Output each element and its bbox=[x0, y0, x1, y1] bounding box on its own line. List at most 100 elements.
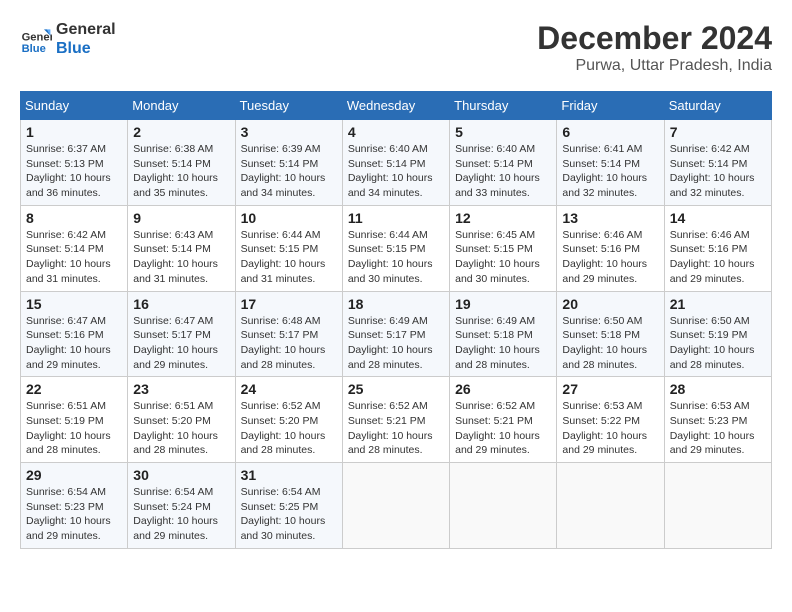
calendar-header-tuesday: Tuesday bbox=[235, 92, 342, 120]
day-number: 8 bbox=[26, 210, 122, 226]
day-number: 11 bbox=[348, 210, 444, 226]
day-info: Sunrise: 6:49 AMSunset: 5:18 PMDaylight:… bbox=[455, 314, 551, 373]
day-info: Sunrise: 6:54 AMSunset: 5:24 PMDaylight:… bbox=[133, 485, 229, 544]
calendar-cell: 8 Sunrise: 6:42 AMSunset: 5:14 PMDaylight… bbox=[21, 205, 128, 291]
calendar-cell: 15Sunrise: 6:47 AMSunset: 5:16 PMDayligh… bbox=[21, 291, 128, 377]
main-title: December 2024 bbox=[537, 20, 772, 57]
calendar-cell: 21Sunrise: 6:50 AMSunset: 5:19 PMDayligh… bbox=[664, 291, 771, 377]
day-info: Sunrise: 6:48 AMSunset: 5:17 PMDaylight:… bbox=[241, 314, 337, 373]
calendar-cell: 19 Sunrise: 6:49 AMSunset: 5:18 PMDayligh… bbox=[450, 291, 557, 377]
day-info: Sunrise: 6:52 AMSunset: 5:21 PMDaylight:… bbox=[455, 399, 551, 458]
calendar-cell: 17Sunrise: 6:48 AMSunset: 5:17 PMDayligh… bbox=[235, 291, 342, 377]
day-number: 28 bbox=[670, 381, 766, 397]
calendar-header-wednesday: Wednesday bbox=[342, 92, 449, 120]
calendar-cell: 26 Sunrise: 6:52 AMSunset: 5:21 PMDayligh… bbox=[450, 377, 557, 463]
calendar-cell: 2Sunrise: 6:38 AMSunset: 5:14 PMDaylight… bbox=[128, 120, 235, 206]
calendar-header-thursday: Thursday bbox=[450, 92, 557, 120]
logo: General Blue General Blue bbox=[20, 20, 116, 58]
day-number: 31 bbox=[241, 467, 337, 483]
calendar-header-saturday: Saturday bbox=[664, 92, 771, 120]
calendar-cell: 14 Sunrise: 6:46 AMSunset: 5:16 PMDayligh… bbox=[664, 205, 771, 291]
day-info: Sunrise: 6:52 AMSunset: 5:21 PMDaylight:… bbox=[348, 399, 444, 458]
day-number: 3 bbox=[241, 124, 337, 140]
calendar-table: SundayMondayTuesdayWednesdayThursdayFrid… bbox=[20, 91, 772, 549]
day-number: 7 bbox=[670, 124, 766, 140]
day-number: 23 bbox=[133, 381, 229, 397]
calendar-cell: 18Sunrise: 6:49 AMSunset: 5:17 PMDayligh… bbox=[342, 291, 449, 377]
svg-text:General: General bbox=[22, 32, 52, 44]
day-number: 14 bbox=[670, 210, 766, 226]
calendar-cell: 31 Sunrise: 6:54 AMSunset: 5:25 PMDayligh… bbox=[235, 463, 342, 549]
calendar-cell bbox=[450, 463, 557, 549]
calendar-header-monday: Monday bbox=[128, 92, 235, 120]
day-number: 21 bbox=[670, 296, 766, 312]
day-info: Sunrise: 6:53 AMSunset: 5:23 PMDaylight:… bbox=[670, 399, 766, 458]
calendar-cell bbox=[664, 463, 771, 549]
logo-general: General bbox=[56, 20, 116, 39]
day-number: 30 bbox=[133, 467, 229, 483]
calendar-cell: 10Sunrise: 6:44 AMSunset: 5:15 PMDayligh… bbox=[235, 205, 342, 291]
calendar-cell: 13 Sunrise: 6:46 AMSunset: 5:16 PMDayligh… bbox=[557, 205, 664, 291]
calendar-cell: 9 Sunrise: 6:43 AMSunset: 5:14 PMDaylight… bbox=[128, 205, 235, 291]
calendar-cell: 27Sunrise: 6:53 AMSunset: 5:22 PMDayligh… bbox=[557, 377, 664, 463]
day-info: Sunrise: 6:51 AMSunset: 5:19 PMDaylight:… bbox=[26, 399, 122, 458]
day-number: 18 bbox=[348, 296, 444, 312]
day-info: Sunrise: 6:41 AMSunset: 5:14 PMDaylight:… bbox=[562, 142, 658, 201]
calendar-cell: 11 Sunrise: 6:44 AMSunset: 5:15 PMDayligh… bbox=[342, 205, 449, 291]
calendar-cell: 23 Sunrise: 6:51 AMSunset: 5:20 PMDayligh… bbox=[128, 377, 235, 463]
logo-blue: Blue bbox=[56, 39, 116, 58]
day-info: Sunrise: 6:46 AMSunset: 5:16 PMDaylight:… bbox=[562, 228, 658, 287]
subtitle: Purwa, Uttar Pradesh, India bbox=[537, 57, 772, 75]
calendar-header-sunday: Sunday bbox=[21, 92, 128, 120]
day-info: Sunrise: 6:54 AMSunset: 5:25 PMDaylight:… bbox=[241, 485, 337, 544]
day-number: 6 bbox=[562, 124, 658, 140]
day-info: Sunrise: 6:42 AMSunset: 5:14 PMDaylight:… bbox=[670, 142, 766, 201]
calendar-cell: 25 Sunrise: 6:52 AMSunset: 5:21 PMDayligh… bbox=[342, 377, 449, 463]
title-section: December 2024 Purwa, Uttar Pradesh, Indi… bbox=[537, 20, 772, 75]
day-info: Sunrise: 6:39 AMSunset: 5:14 PMDaylight:… bbox=[241, 142, 337, 201]
day-number: 16 bbox=[133, 296, 229, 312]
day-info: Sunrise: 6:43 AMSunset: 5:14 PMDaylight:… bbox=[133, 228, 229, 287]
day-number: 26 bbox=[455, 381, 551, 397]
day-number: 24 bbox=[241, 381, 337, 397]
calendar-cell: 4Sunrise: 6:40 AMSunset: 5:14 PMDaylight… bbox=[342, 120, 449, 206]
calendar-cell: 29 Sunrise: 6:54 AMSunset: 5:23 PMDayligh… bbox=[21, 463, 128, 549]
day-number: 10 bbox=[241, 210, 337, 226]
day-number: 27 bbox=[562, 381, 658, 397]
calendar-cell: 3 Sunrise: 6:39 AMSunset: 5:14 PMDaylight… bbox=[235, 120, 342, 206]
day-number: 20 bbox=[562, 296, 658, 312]
day-info: Sunrise: 6:46 AMSunset: 5:16 PMDaylight:… bbox=[670, 228, 766, 287]
day-number: 2 bbox=[133, 124, 229, 140]
day-info: Sunrise: 6:50 AMSunset: 5:18 PMDaylight:… bbox=[562, 314, 658, 373]
svg-text:Blue: Blue bbox=[22, 43, 46, 55]
day-number: 13 bbox=[562, 210, 658, 226]
logo-icon: General Blue bbox=[20, 23, 52, 55]
day-info: Sunrise: 6:42 AMSunset: 5:14 PMDaylight:… bbox=[26, 228, 122, 287]
day-number: 22 bbox=[26, 381, 122, 397]
day-number: 25 bbox=[348, 381, 444, 397]
calendar-cell: 24Sunrise: 6:52 AMSunset: 5:20 PMDayligh… bbox=[235, 377, 342, 463]
calendar-cell: 5 Sunrise: 6:40 AMSunset: 5:14 PMDaylight… bbox=[450, 120, 557, 206]
day-number: 9 bbox=[133, 210, 229, 226]
day-info: Sunrise: 6:51 AMSunset: 5:20 PMDaylight:… bbox=[133, 399, 229, 458]
day-number: 29 bbox=[26, 467, 122, 483]
calendar-cell bbox=[557, 463, 664, 549]
day-info: Sunrise: 6:45 AMSunset: 5:15 PMDaylight:… bbox=[455, 228, 551, 287]
day-info: Sunrise: 6:44 AMSunset: 5:15 PMDaylight:… bbox=[348, 228, 444, 287]
day-info: Sunrise: 6:40 AMSunset: 5:14 PMDaylight:… bbox=[348, 142, 444, 201]
day-number: 1 bbox=[26, 124, 122, 140]
day-info: Sunrise: 6:40 AMSunset: 5:14 PMDaylight:… bbox=[455, 142, 551, 201]
day-number: 15 bbox=[26, 296, 122, 312]
calendar-header-friday: Friday bbox=[557, 92, 664, 120]
page-header: General Blue General Blue December 2024 … bbox=[20, 20, 772, 75]
calendar-cell bbox=[342, 463, 449, 549]
calendar-cell: 1 Sunrise: 6:37 AMSunset: 5:13 PMDaylight… bbox=[21, 120, 128, 206]
day-number: 5 bbox=[455, 124, 551, 140]
day-info: Sunrise: 6:54 AMSunset: 5:23 PMDaylight:… bbox=[26, 485, 122, 544]
calendar-cell: 20 Sunrise: 6:50 AMSunset: 5:18 PMDayligh… bbox=[557, 291, 664, 377]
day-number: 19 bbox=[455, 296, 551, 312]
calendar-cell: 22 Sunrise: 6:51 AMSunset: 5:19 PMDayligh… bbox=[21, 377, 128, 463]
calendar-cell: 30 Sunrise: 6:54 AMSunset: 5:24 PMDayligh… bbox=[128, 463, 235, 549]
calendar-cell: 16Sunrise: 6:47 AMSunset: 5:17 PMDayligh… bbox=[128, 291, 235, 377]
day-info: Sunrise: 6:37 AMSunset: 5:13 PMDaylight:… bbox=[26, 142, 122, 201]
